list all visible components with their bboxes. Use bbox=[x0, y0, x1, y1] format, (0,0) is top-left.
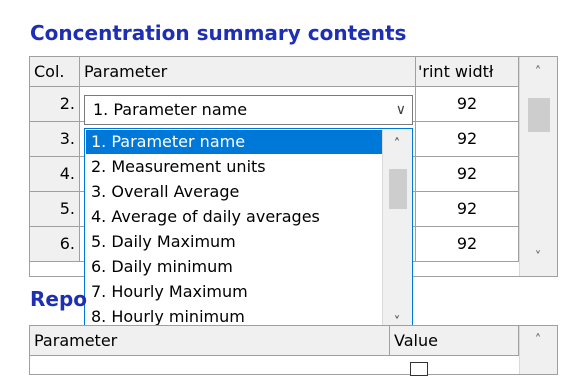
dropdown-option[interactable]: 3. Overall Average bbox=[86, 180, 382, 204]
parameter-header[interactable]: Parameter bbox=[80, 57, 416, 87]
print-width-header[interactable]: 'rint widtł bbox=[416, 57, 519, 87]
chevron-down-icon[interactable]: ˅ bbox=[519, 245, 557, 271]
grid-scrollbar[interactable] bbox=[519, 57, 557, 276]
chevron-up-icon[interactable]: ˄ bbox=[382, 135, 412, 155]
row-head[interactable]: 3. bbox=[30, 122, 80, 157]
row-head[interactable]: 2. bbox=[30, 87, 80, 122]
summary-heading: Concentration summary contents bbox=[30, 21, 407, 45]
print-width-cell[interactable]: 92 bbox=[416, 192, 519, 227]
report-value-header[interactable]: Value bbox=[390, 326, 519, 356]
chevron-up-icon[interactable]: ˄ bbox=[519, 60, 557, 86]
row-head[interactable]: 5. bbox=[30, 192, 80, 227]
print-width-cell[interactable]: 92 bbox=[416, 227, 519, 262]
grid-scroll-thumb[interactable] bbox=[528, 98, 550, 132]
parameter-combobox[interactable]: 1. Parameter name ∨ bbox=[84, 95, 413, 125]
chevron-down-icon[interactable]: ∨ bbox=[396, 96, 406, 124]
dropdown-option[interactable]: 6. Daily minimum bbox=[86, 255, 382, 279]
combobox-value: 1. Parameter name bbox=[93, 100, 248, 119]
print-width-cell[interactable]: 92 bbox=[416, 87, 519, 122]
dropdown-option[interactable]: 1. Parameter name bbox=[86, 130, 382, 154]
col-header[interactable]: Col. bbox=[30, 57, 80, 87]
dropdown-scrollbar[interactable] bbox=[382, 129, 412, 337]
parameter-dropdown-list[interactable]: 1. Parameter name 2. Measurement units 3… bbox=[84, 128, 413, 338]
dropdown-option[interactable]: 5. Daily Maximum bbox=[86, 230, 382, 254]
row-head[interactable]: 6. bbox=[30, 227, 80, 262]
dropdown-option[interactable]: 4. Average of daily averages bbox=[86, 205, 382, 229]
dropdown-scroll-thumb[interactable] bbox=[389, 169, 407, 209]
print-width-cell[interactable]: 92 bbox=[416, 122, 519, 157]
chevron-up-icon[interactable]: ˄ bbox=[519, 329, 557, 353]
value-checkbox[interactable] bbox=[410, 362, 428, 376]
dropdown-option[interactable]: 7. Hourly Maximum bbox=[86, 280, 382, 304]
dropdown-option[interactable]: 2. Measurement units bbox=[86, 155, 382, 179]
print-width-cell[interactable]: 92 bbox=[416, 157, 519, 192]
row-head[interactable]: 4. bbox=[30, 157, 80, 192]
report-parameter-header[interactable]: Parameter bbox=[30, 326, 390, 356]
report-heading: Repo bbox=[30, 287, 88, 311]
